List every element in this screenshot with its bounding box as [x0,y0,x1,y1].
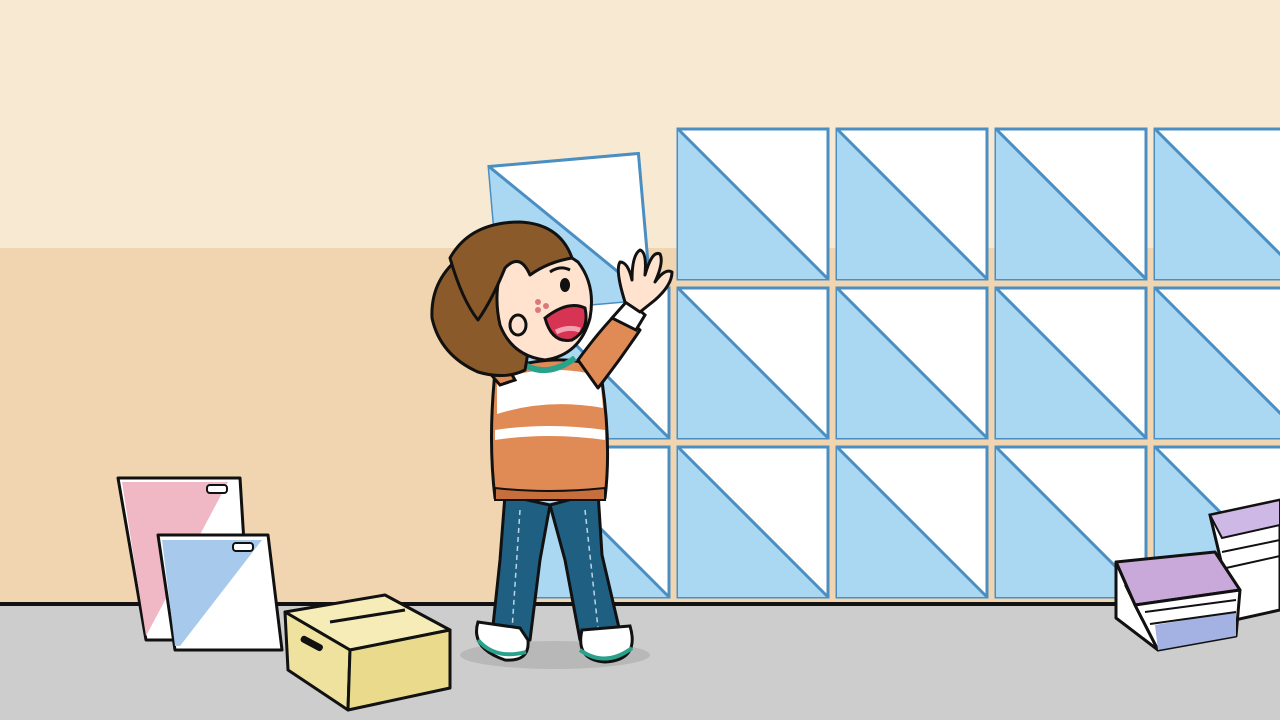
leaning-tile-blue [156,533,284,652]
wall-tile [994,127,1148,281]
wall-tile [1153,286,1280,440]
wall-tile [835,445,989,599]
wall-tile [835,127,989,281]
wall-tile [835,286,989,440]
wall-tile [994,286,1148,440]
eye [560,278,570,292]
wall-tile [676,445,830,599]
wall-tile [676,286,830,440]
ear [508,313,528,337]
wall-tile [1153,127,1280,281]
scene [0,0,1280,720]
illustration [0,0,1280,720]
wall-tile [676,127,830,281]
